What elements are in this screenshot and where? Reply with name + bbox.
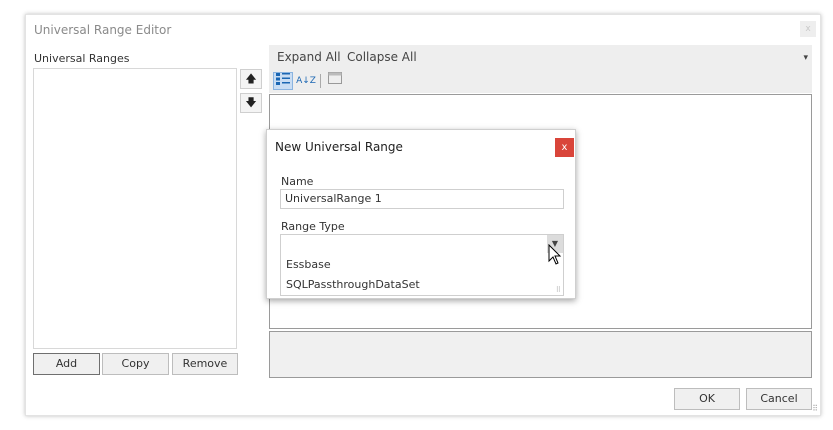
range-type-label: Range Type [281, 220, 345, 233]
arrow-down-icon: 🡇 [245, 96, 257, 109]
cancel-button[interactable]: Cancel [746, 388, 812, 410]
collapse-all-button[interactable]: Collapse All [347, 50, 417, 64]
universal-ranges-label: Universal Ranges [34, 52, 130, 65]
name-label: Name [281, 175, 314, 188]
move-down-button[interactable]: 🡇 [240, 93, 262, 113]
mouse-cursor-icon [548, 243, 562, 269]
window-resize-grip[interactable]: ⠿ [812, 404, 818, 413]
dropdown-resize-grip[interactable]: ⠿ [556, 286, 561, 294]
expand-all-button[interactable]: Expand All [277, 50, 341, 64]
copy-button[interactable]: Copy [102, 353, 169, 375]
ok-button[interactable]: OK [674, 388, 740, 410]
dialog-close-button[interactable]: x [555, 138, 574, 157]
toolbar-menu-icon[interactable]: ▾ [803, 53, 808, 63]
add-button[interactable]: Add [33, 353, 100, 375]
categorized-icon[interactable] [273, 72, 293, 90]
move-up-button[interactable]: 🡅 [240, 69, 262, 89]
universal-ranges-list[interactable] [33, 68, 237, 349]
new-universal-range-dialog: New Universal Range x Name UniversalRang… [266, 129, 576, 299]
window-close-button[interactable]: x [800, 21, 816, 37]
property-pages-icon[interactable] [325, 72, 345, 90]
property-toolbar: Expand All Collapse All ▾ A↓Z [269, 45, 812, 93]
name-input[interactable]: UniversalRange 1 [280, 189, 564, 209]
range-type-combobox[interactable]: ▼ [280, 234, 564, 254]
sort-az-icon[interactable]: A↓Z [296, 72, 316, 90]
toolbar-separator [320, 74, 321, 88]
option-essbase[interactable]: Essbase [286, 258, 331, 271]
arrow-up-icon: 🡅 [245, 72, 257, 85]
dialog-title: New Universal Range [275, 140, 403, 154]
option-sqlpassthroughdataset[interactable]: SQLPassthroughDataSet [286, 278, 420, 291]
description-panel [269, 331, 812, 378]
window-title: Universal Range Editor [34, 23, 172, 37]
remove-button[interactable]: Remove [172, 353, 238, 375]
range-type-dropdown-list: Essbase SQLPassthroughDataSet ⠿ [280, 253, 564, 296]
